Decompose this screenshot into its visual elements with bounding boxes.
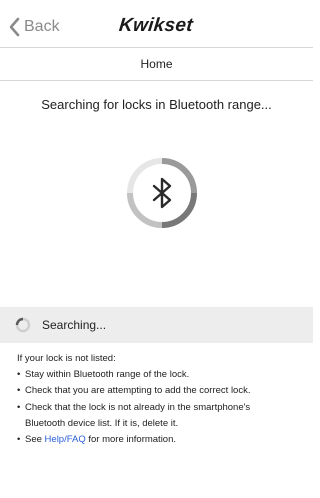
troubleshooting-help: If your lock is not listed: • Stay withi… bbox=[17, 351, 307, 448]
status-text: Searching... bbox=[42, 318, 107, 332]
help-item-text: See Help/FAQ for more information. bbox=[25, 432, 176, 448]
list-item: • See Help/FAQ for more information. bbox=[17, 432, 307, 448]
loading-spinner-icon bbox=[15, 317, 31, 333]
help-item-text: Check that you are attempting to add the… bbox=[25, 385, 251, 397]
back-button[interactable]: Back bbox=[9, 16, 60, 38]
bullet: • bbox=[17, 401, 21, 413]
bullet: • bbox=[17, 434, 21, 446]
help-faq-link[interactable]: Help/FAQ bbox=[45, 434, 86, 445]
back-label: Back bbox=[24, 18, 60, 35]
bluetooth-icon bbox=[152, 177, 172, 209]
help-prefix: See bbox=[25, 434, 45, 446]
page-title-bar: Home bbox=[0, 48, 313, 81]
bluetooth-search-spinner bbox=[125, 156, 199, 230]
help-item-text: Stay within Bluetooth range of the lock. bbox=[25, 369, 190, 381]
list-item: • Check that you are attempting to add t… bbox=[17, 383, 307, 399]
help-intro: If your lock is not listed: bbox=[17, 353, 116, 364]
help-suffix: for more information. bbox=[85, 434, 177, 446]
header-bar: Back Kwikset bbox=[0, 0, 313, 48]
bullet: • bbox=[17, 385, 21, 397]
brand-logo: Kwikset bbox=[117, 15, 195, 36]
help-item-continuation: Bluetooth device list. If it is, delete … bbox=[25, 417, 179, 429]
chevron-left-icon bbox=[9, 17, 20, 37]
searching-title: Searching for locks in Bluetooth range..… bbox=[41, 97, 272, 112]
list-item: • Stay within Bluetooth range of the loc… bbox=[17, 367, 307, 383]
bullet: • bbox=[17, 369, 21, 381]
list-item: • Check that the lock is not already in … bbox=[17, 400, 307, 416]
search-status-bar: Searching... bbox=[0, 307, 313, 343]
help-item-text: Check that the lock is not already in th… bbox=[25, 401, 251, 413]
page-title: Home bbox=[140, 57, 173, 71]
